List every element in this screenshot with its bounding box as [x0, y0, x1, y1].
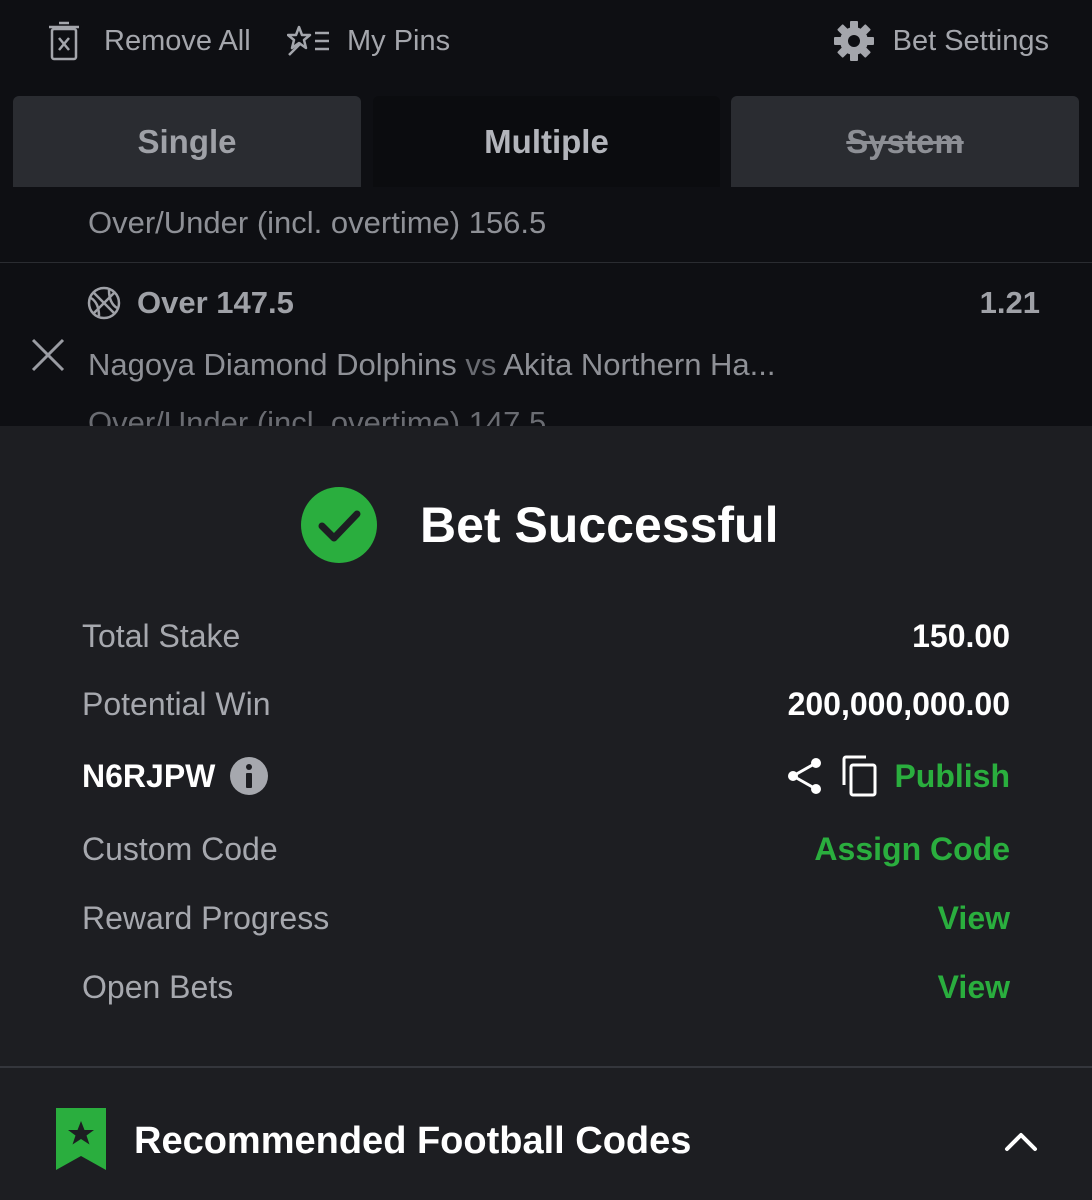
remove-all-label: Remove All	[104, 24, 251, 57]
tab-single[interactable]: Single	[13, 96, 361, 187]
bet-item-previous: Over/Under (incl. overtime) 156.5	[0, 187, 1092, 263]
copy-icon[interactable]	[840, 755, 878, 797]
remove-all-button[interactable]: Remove All	[48, 18, 251, 64]
booking-code-group: N6RJPW	[82, 756, 269, 796]
tab-system[interactable]: System	[731, 96, 1079, 187]
potential-win-row: Potential Win 200,000,000.00	[82, 681, 1010, 727]
open-bets-row: Open Bets View	[82, 964, 1010, 1010]
potential-win-label: Potential Win	[82, 685, 271, 722]
my-pins-button[interactable]: My Pins	[287, 18, 450, 64]
bet-success-panel: Bet Successful Total Stake 150.00 Potent…	[0, 426, 1092, 1200]
selection-label: Over 147.5	[137, 285, 294, 320]
check-circle-icon	[301, 487, 377, 563]
remove-bet-icon[interactable]	[30, 337, 66, 373]
bet-market: Over/Under (incl. overtime) 156.5	[88, 205, 547, 240]
tab-multiple[interactable]: Multiple	[373, 96, 720, 187]
potential-win-value: 200,000,000.00	[787, 685, 1010, 722]
booking-code-row: N6RJPW Publish	[82, 753, 1010, 799]
publish-button[interactable]: Publish	[894, 758, 1010, 795]
bookmark-star-icon	[56, 1108, 106, 1170]
bet-event: Nagoya Diamond Dolphins vs Akita Norther…	[88, 347, 776, 383]
share-icon[interactable]	[786, 756, 824, 796]
recommended-codes-header[interactable]: Recommended Football Codes	[0, 1068, 1092, 1200]
gear-icon	[833, 21, 874, 61]
betslip-toolbar: Remove All My Pins Bet Settings	[0, 0, 1092, 84]
success-title: Bet Successful	[420, 497, 779, 553]
bet-odds: 1.21	[979, 285, 1040, 320]
info-icon[interactable]	[229, 756, 269, 796]
bet-settings-label: Bet Settings	[892, 24, 1049, 57]
trash-icon	[49, 21, 79, 61]
total-stake-row: Total Stake 150.00	[82, 613, 1010, 659]
success-header: Bet Successful	[300, 486, 778, 564]
bet-settings-button[interactable]: Bet Settings	[833, 18, 1049, 64]
home-team: Nagoya Diamond Dolphins	[88, 347, 457, 382]
assign-code-button[interactable]: Assign Code	[814, 831, 1010, 868]
open-bets-label: Open Bets	[82, 968, 234, 1005]
bet-selection: Over 147.5	[87, 285, 294, 321]
bet-type-tabs: Single Multiple System	[13, 96, 1079, 187]
recommended-codes-title: Recommended Football Codes	[134, 1120, 692, 1162]
pin-list-icon	[287, 25, 329, 56]
basketball-icon	[87, 286, 121, 320]
open-bets-view-button[interactable]: View	[938, 969, 1010, 1006]
reward-progress-row: Reward Progress View	[82, 895, 1010, 941]
chevron-up-icon[interactable]	[1004, 1130, 1038, 1152]
reward-progress-view-button[interactable]: View	[938, 900, 1010, 937]
reward-progress-label: Reward Progress	[82, 899, 330, 936]
booking-code-actions: Publish	[786, 755, 1010, 797]
booking-code: N6RJPW	[82, 757, 216, 794]
total-stake-label: Total Stake	[82, 617, 241, 654]
total-stake-value: 150.00	[912, 617, 1010, 654]
custom-code-label: Custom Code	[82, 830, 278, 867]
custom-code-row: Custom Code Assign Code	[82, 826, 1010, 872]
my-pins-label: My Pins	[347, 24, 451, 57]
vs-separator: vs	[465, 347, 497, 382]
bet-market: Over/Under (incl. overtime) 147.5	[88, 405, 547, 426]
away-team: Akita Northern Ha...	[503, 347, 776, 382]
bet-item: Over 147.5 1.21 Nagoya Diamond Dolphins …	[0, 263, 1092, 426]
